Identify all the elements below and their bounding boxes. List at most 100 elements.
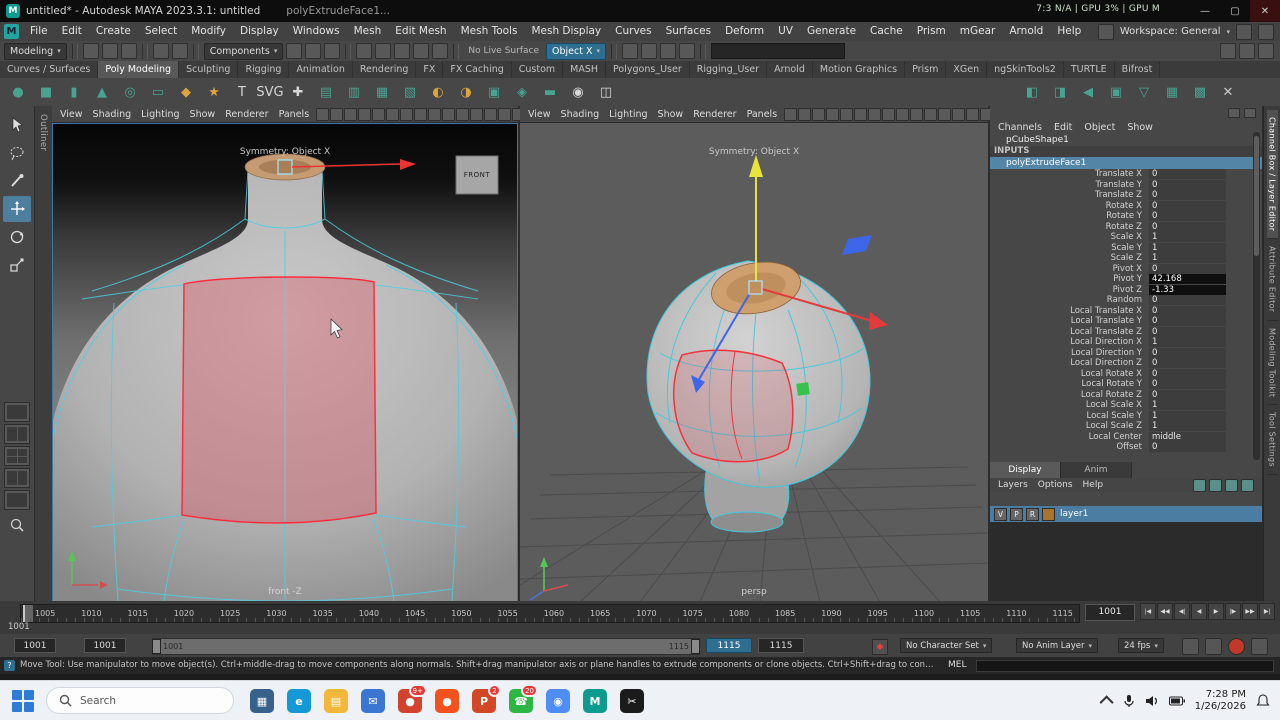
viewport-toolbar-icon[interactable]: [868, 107, 882, 121]
channel-attribute-value[interactable]: 0: [1149, 347, 1226, 358]
shelf-tool-icon[interactable]: ◎: [118, 80, 142, 104]
scale-tool[interactable]: [3, 252, 31, 278]
sidebar-tab[interactable]: Modeling Toolkit: [1266, 321, 1278, 405]
group-divider[interactable]: [610, 43, 617, 59]
viewport-toolbar-icon[interactable]: [924, 107, 938, 121]
viewport-menu-view[interactable]: View: [524, 109, 555, 120]
shelf-tool-icon[interactable]: ◈: [510, 80, 534, 104]
snap-point-icon[interactable]: [394, 43, 411, 59]
notification-bell-icon[interactable]: [1256, 694, 1270, 708]
undo-icon[interactable]: [152, 43, 169, 59]
playback-button[interactable]: |◀: [1140, 603, 1156, 620]
channel-attribute-row[interactable]: Offset 0: [990, 442, 1262, 453]
menu-item[interactable]: Surfaces: [659, 22, 718, 41]
fps-dropdown[interactable]: 24 fps ▾: [1118, 638, 1164, 653]
viewport-front[interactable]: View Shading Lighting Show Renderer Pane…: [52, 106, 540, 602]
ipr-render-icon[interactable]: [640, 43, 657, 59]
microphone-icon[interactable]: [1123, 694, 1135, 708]
speaker-icon[interactable]: [1145, 695, 1159, 707]
shelf-tool-icon[interactable]: ▩: [1188, 80, 1212, 104]
shelf-tab[interactable]: Curves / Surfaces: [0, 61, 99, 78]
menu-item[interactable]: Generate: [800, 22, 863, 41]
layer-editor-menu[interactable]: Layers: [998, 480, 1028, 490]
character-set-dropdown[interactable]: No Character Set ▾: [900, 638, 993, 653]
group-divider[interactable]: [699, 43, 706, 59]
save-scene-icon[interactable]: [120, 43, 137, 59]
viewport-toolbar-icon[interactable]: [812, 107, 826, 121]
shelf-tool-icon[interactable]: ▬: [538, 80, 562, 104]
channel-box-menu[interactable]: Channels: [998, 122, 1042, 133]
channel-attribute-row[interactable]: Local Direction Y 0: [990, 347, 1262, 359]
viewport-menu-shading[interactable]: Shading: [89, 109, 136, 120]
shelf-tool-icon[interactable]: ▲: [90, 80, 114, 104]
viewport-toolbar-icon[interactable]: [414, 107, 428, 121]
shelf-tab[interactable]: Animation: [289, 61, 353, 78]
select-object-icon[interactable]: [305, 43, 322, 59]
animation-preferences-icon[interactable]: [1251, 638, 1268, 655]
playback-button[interactable]: ◀◀: [1157, 603, 1173, 620]
taskbar-app-icon[interactable]: ✂: [620, 689, 644, 713]
panel-toggle-icon[interactable]: [1258, 23, 1274, 40]
taskbar-app-icon[interactable]: ✉: [361, 689, 385, 713]
workspace-icon[interactable]: [1097, 23, 1114, 40]
shelf-tab[interactable]: Bifrost: [1115, 61, 1161, 78]
shelf-tool-icon[interactable]: SVG: [256, 80, 283, 104]
channel-attribute-row[interactable]: Local Rotate Y 0: [990, 379, 1262, 390]
channel-attribute-row[interactable]: Local Direction Z 0: [990, 358, 1262, 369]
viewport-toolbar-icon[interactable]: [442, 107, 456, 121]
menu-item[interactable]: Mesh Tools: [454, 22, 525, 41]
viewport-toolbar-icon[interactable]: [428, 107, 442, 121]
menu-item[interactable]: Display: [233, 22, 286, 41]
channel-attribute-value[interactable]: 1: [1149, 421, 1226, 432]
viewport-toolbar-icon[interactable]: [798, 107, 812, 121]
shelf-tool-icon[interactable]: ✚: [286, 80, 310, 104]
channel-attribute-value[interactable]: 0: [1149, 379, 1226, 390]
shelf-tab[interactable]: FX: [416, 61, 444, 78]
auto-keyframe-toggle[interactable]: [1228, 638, 1245, 655]
channel-attribute-row[interactable]: Local Scale X 1: [990, 400, 1262, 411]
channel-attribute-value[interactable]: 0: [1149, 326, 1226, 337]
animation-end-field[interactable]: 1115: [758, 638, 804, 653]
layer-editor-tab[interactable]: Display: [990, 462, 1061, 478]
channel-attribute-row[interactable]: Pivot Y 42.168: [990, 274, 1262, 285]
shelf-tool-icon[interactable]: ▭: [146, 80, 170, 104]
layer-editor-menu[interactable]: Help: [1083, 480, 1104, 490]
channel-attribute-row[interactable]: Rotate Y 0: [990, 211, 1262, 222]
shelf-tool-icon[interactable]: ▥: [342, 80, 366, 104]
sidebar-toggle-icon[interactable]: [1239, 43, 1255, 59]
render-current-frame-icon[interactable]: [621, 43, 638, 59]
viewport-toolbar-icon[interactable]: [966, 107, 980, 121]
channel-attribute-row[interactable]: Local Rotate X 0: [990, 368, 1262, 380]
menu-item[interactable]: UV: [771, 22, 800, 41]
shelf-tool-icon[interactable]: ▦: [1160, 80, 1184, 104]
menu-item[interactable]: Prism: [910, 22, 953, 41]
select-tool[interactable]: [3, 112, 31, 138]
channel-attribute-value[interactable]: 42.168: [1149, 274, 1226, 285]
viewport-toolbar-icon[interactable]: [372, 107, 386, 121]
menu-set-selector[interactable]: Modeling ▾: [4, 42, 67, 60]
menu-item[interactable]: Curves: [608, 22, 658, 41]
channel-attribute-value[interactable]: middle: [1149, 431, 1226, 442]
battery-icon[interactable]: [1168, 696, 1185, 706]
channel-attribute-row[interactable]: Rotate X 0: [990, 200, 1262, 212]
select-component-icon[interactable]: [324, 43, 341, 59]
sidebar-tab[interactable]: Tool Settings: [1266, 405, 1278, 475]
lasso-tool[interactable]: [3, 140, 31, 166]
tray-overflow-chevron-icon[interactable]: [1099, 695, 1114, 710]
viewport-toolbar-icon[interactable]: [784, 107, 798, 121]
viewport-menu-view[interactable]: View: [56, 109, 87, 120]
viewport-menu-panels[interactable]: Panels: [743, 109, 782, 120]
viewport-menu-show[interactable]: Show: [186, 109, 220, 120]
channel-attribute-row[interactable]: Translate Z 0: [990, 190, 1262, 201]
shelf-tool-icon[interactable]: ▮: [62, 80, 86, 104]
make-live-icon[interactable]: [432, 43, 449, 59]
new-scene-icon[interactable]: [82, 43, 99, 59]
render-settings-icon[interactable]: [659, 43, 676, 59]
channel-attribute-row[interactable]: Local Scale Z 1: [990, 421, 1262, 432]
channel-attribute-row[interactable]: Pivot Z -1.33: [990, 284, 1262, 296]
viewport-toolbar-icon[interactable]: [952, 107, 966, 121]
loop-mode-icon[interactable]: [1205, 638, 1222, 655]
green-plane-handle[interactable]: [796, 382, 810, 396]
sidebar-tab[interactable]: Channel Box / Layer Editor: [1266, 110, 1278, 240]
taskbar-app-icon[interactable]: e: [287, 689, 311, 713]
